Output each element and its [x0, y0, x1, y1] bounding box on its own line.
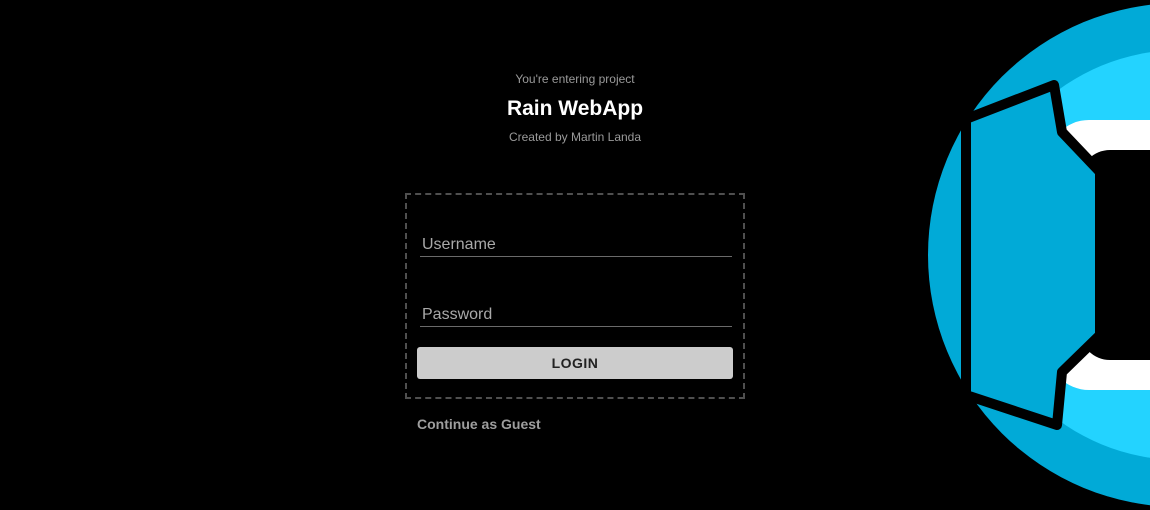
password-field-wrapper [420, 304, 734, 327]
login-page: You're entering project Rain WebApp Crea… [0, 0, 1150, 510]
username-input[interactable] [420, 234, 734, 256]
project-author: Created by Martin Landa [508, 130, 642, 144]
continue-as-guest-link[interactable]: Continue as Guest [417, 416, 541, 432]
project-header: You're entering project Rain WebApp Crea… [405, 70, 745, 146]
entering-project-label: You're entering project [515, 72, 635, 86]
login-form: LOGIN [405, 193, 745, 399]
project-title: Rain WebApp [506, 97, 644, 120]
login-button[interactable]: LOGIN [417, 347, 733, 379]
password-input[interactable] [420, 304, 734, 326]
username-field-wrapper [420, 234, 734, 257]
